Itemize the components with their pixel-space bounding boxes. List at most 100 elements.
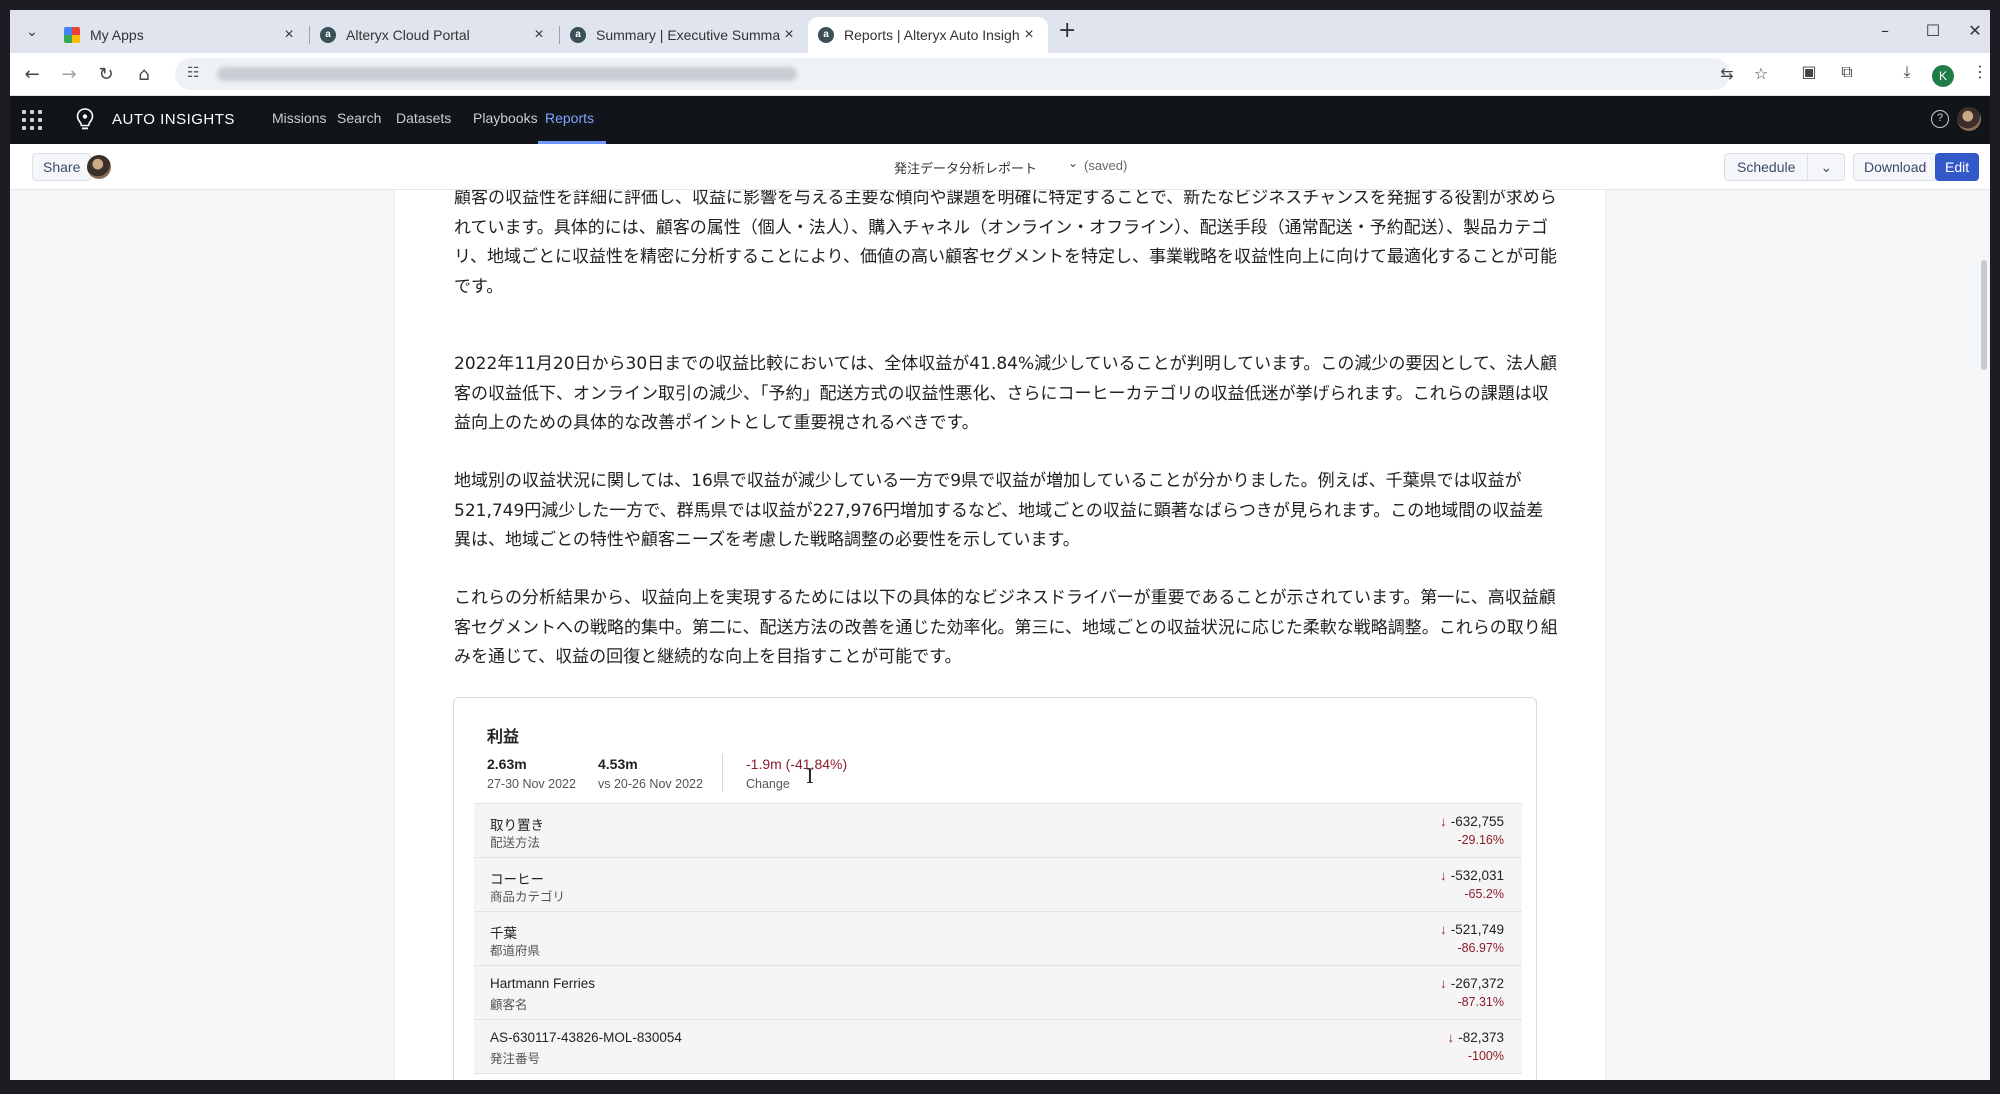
- tab-title: My Apps: [90, 27, 144, 43]
- translate-icon[interactable]: ⇆: [1717, 64, 1737, 83]
- profile-avatar[interactable]: K: [1932, 65, 1954, 87]
- nav-playbooks[interactable]: Playbooks: [473, 110, 538, 126]
- address-field[interactable]: ☷ ⇆ ☆: [175, 58, 1768, 90]
- page-scrollbar[interactable]: [1981, 260, 1987, 370]
- notion-extension-icon[interactable]: ▣: [1796, 62, 1822, 81]
- arrow-down-icon: ↓: [1439, 868, 1447, 883]
- window-close-icon[interactable]: ✕: [1960, 18, 1990, 44]
- profit-breakdown-card[interactable]: 利益 2.63m 27-30 Nov 2022 4.53m vs 20-26 N…: [453, 697, 1537, 1080]
- app-launcher-icon[interactable]: [22, 110, 42, 130]
- tab-executive-summary[interactable]: a Summary | Executive Summary ×: [560, 17, 808, 53]
- collaborator-avatar: [87, 155, 111, 179]
- back-arrow-icon[interactable]: ←: [18, 61, 46, 89]
- alteryx-icon: a: [570, 27, 586, 43]
- download-icon[interactable]: ⤓: [1894, 62, 1920, 82]
- row-name: 千葉: [490, 926, 517, 941]
- reload-icon[interactable]: ↻: [92, 61, 120, 89]
- share-button[interactable]: Share: [32, 153, 92, 181]
- alteryx-icon: a: [818, 27, 834, 43]
- report-page: 顧客の収益性を詳細に評価し、収益に影響を与える主要な傾向や課題を明確に特定するこ…: [394, 190, 1606, 1080]
- save-status: (saved): [1084, 158, 1128, 173]
- user-avatar[interactable]: [1957, 107, 1981, 131]
- row-value-text: -532,031: [1450, 868, 1504, 883]
- forward-arrow-icon[interactable]: →: [55, 61, 83, 89]
- table-row[interactable]: 取り置き 配送方法 ↓ -632,755 -29.16%: [474, 804, 1522, 858]
- change-value: -1.9m (-41.84%): [746, 756, 848, 772]
- close-icon[interactable]: ×: [780, 26, 798, 44]
- row-value: ↓ -532,031: [1440, 868, 1504, 883]
- close-icon[interactable]: ×: [530, 26, 548, 44]
- nav-datasets[interactable]: Datasets: [396, 110, 451, 126]
- minimize-icon[interactable]: –: [1870, 18, 1900, 44]
- current-period-metric: 2.63m 27-30 Nov 2022: [487, 756, 576, 791]
- site-settings-icon[interactable]: ☷: [187, 65, 200, 81]
- url-blurred: [217, 67, 797, 81]
- alteryx-icon: a: [320, 27, 336, 43]
- row-value-text: -267,372: [1450, 976, 1504, 991]
- report-paragraph-2: 2022年11月20日から30日までの収益比較においては、全体収益が41.84%…: [454, 354, 1558, 433]
- tab-title: Reports | Alteryx Auto Insights: [844, 27, 1020, 43]
- close-icon[interactable]: ×: [280, 26, 298, 44]
- close-icon[interactable]: ×: [1020, 26, 1038, 44]
- arrow-down-icon: ↓: [1439, 814, 1447, 829]
- tab-reports-auto-insights[interactable]: a Reports | Alteryx Auto Insights ×: [808, 17, 1048, 53]
- table-row[interactable]: Hartmann Ferries 顧客名 ↓ -267,372 -87.31%: [474, 966, 1522, 1020]
- table-row[interactable]: AS-630117-43826-MOL-830054 発注番号 ↓ -82,373…: [474, 1020, 1522, 1074]
- row-value-text: -82,373: [1458, 1030, 1504, 1045]
- row-dimension: 都道府県: [490, 943, 541, 958]
- nav-reports[interactable]: Reports: [545, 110, 594, 126]
- address-bar-row: ← → ↻ ⌂ ☷ ⇆ ☆ ▣ ⧉ ⤓ K ⋮: [10, 53, 1990, 96]
- metric-divider: [722, 754, 723, 792]
- kebab-menu-icon[interactable]: ⋮: [1967, 62, 1990, 81]
- change-metric: -1.9m (-41.84%) Change: [746, 756, 847, 791]
- tab-alteryx-cloud-portal[interactable]: a Alteryx Cloud Portal ×: [310, 17, 558, 53]
- row-percent: -100%: [1467, 1049, 1504, 1063]
- schedule-dropdown-chevron-icon[interactable]: ⌄: [1807, 154, 1844, 180]
- row-dimension: 発注番号: [490, 1051, 541, 1066]
- comparison-period-metric: 4.53m vs 20-26 Nov 2022: [598, 756, 703, 791]
- row-name: 取り置き: [490, 818, 544, 833]
- download-button[interactable]: Download: [1853, 153, 1938, 181]
- bookmark-star-icon[interactable]: ☆: [1751, 64, 1771, 83]
- extensions-puzzle-icon[interactable]: ⧉: [1834, 62, 1860, 82]
- nav-missions[interactable]: Missions: [272, 110, 326, 126]
- row-value: ↓ -267,372: [1440, 976, 1504, 991]
- row-dimension: 配送方法: [490, 835, 541, 850]
- row-name: Hartmann Ferries: [490, 976, 596, 991]
- tab-search-chevron-icon[interactable]: ⌄: [20, 20, 44, 44]
- schedule-button-group: Schedule ⌄: [1724, 153, 1846, 181]
- report-toolbar: Share 発注データ分析レポート ⌄ (saved) Schedule ⌄ D…: [10, 144, 1990, 190]
- report-paragraph-3: 地域別の収益状況に関しては、16県で収益が減少している一方で9県で収益が増加して…: [454, 471, 1544, 550]
- app-name: AUTO INSIGHTS: [112, 111, 235, 128]
- edit-button[interactable]: Edit: [1935, 153, 1980, 181]
- report-title[interactable]: 発注データ分析レポート: [894, 158, 1037, 177]
- report-content-area[interactable]: 顧客の収益性を詳細に評価し、収益に影響を与える主要な傾向や課題を明確に特定するこ…: [10, 190, 1990, 1080]
- row-value: ↓ -82,373: [1447, 1030, 1504, 1045]
- table-row[interactable]: 千葉 都道府県 ↓ -521,749 -86.97%: [474, 912, 1522, 966]
- new-tab-icon[interactable]: +: [1058, 19, 1076, 43]
- tab-title: Summary | Executive Summary: [596, 27, 780, 43]
- arrow-down-icon: ↓: [1447, 1030, 1455, 1045]
- auto-insights-logo-icon: [76, 108, 94, 130]
- chevron-down-icon[interactable]: ⌄: [1068, 156, 1078, 170]
- report-paragraph-4: これらの分析結果から、収益向上を実現するためには以下の具体的なビジネスドライバー…: [454, 588, 1558, 667]
- arrow-down-icon: ↓: [1439, 922, 1447, 937]
- nav-search[interactable]: Search: [337, 110, 381, 126]
- help-icon[interactable]: ?: [1931, 110, 1949, 128]
- google-apps-icon: [64, 27, 80, 43]
- report-paragraph-1: 顧客の収益性を詳細に評価し、収益に影響を与える主要な傾向や課題を明確に特定するこ…: [454, 190, 1557, 297]
- row-dimension: 顧客名: [490, 997, 528, 1012]
- schedule-button[interactable]: Schedule: [1725, 154, 1807, 180]
- table-row[interactable]: コーヒー 商品カテゴリ ↓ -532,031 -65.2%: [474, 858, 1522, 912]
- row-value: ↓ -632,755: [1440, 814, 1504, 829]
- current-period: 27-30 Nov 2022: [487, 777, 576, 791]
- row-dimension: 商品カテゴリ: [490, 889, 566, 904]
- row-percent: -29.16%: [1457, 833, 1504, 847]
- tab-title: Alteryx Cloud Portal: [346, 27, 470, 43]
- maximize-icon[interactable]: ☐: [1918, 18, 1948, 44]
- home-icon[interactable]: ⌂: [130, 61, 158, 89]
- row-percent: -87.31%: [1457, 995, 1504, 1009]
- arrow-down-icon: ↓: [1439, 976, 1447, 991]
- text-cursor-icon: I: [806, 764, 814, 788]
- tab-my-apps[interactable]: My Apps ×: [54, 17, 308, 53]
